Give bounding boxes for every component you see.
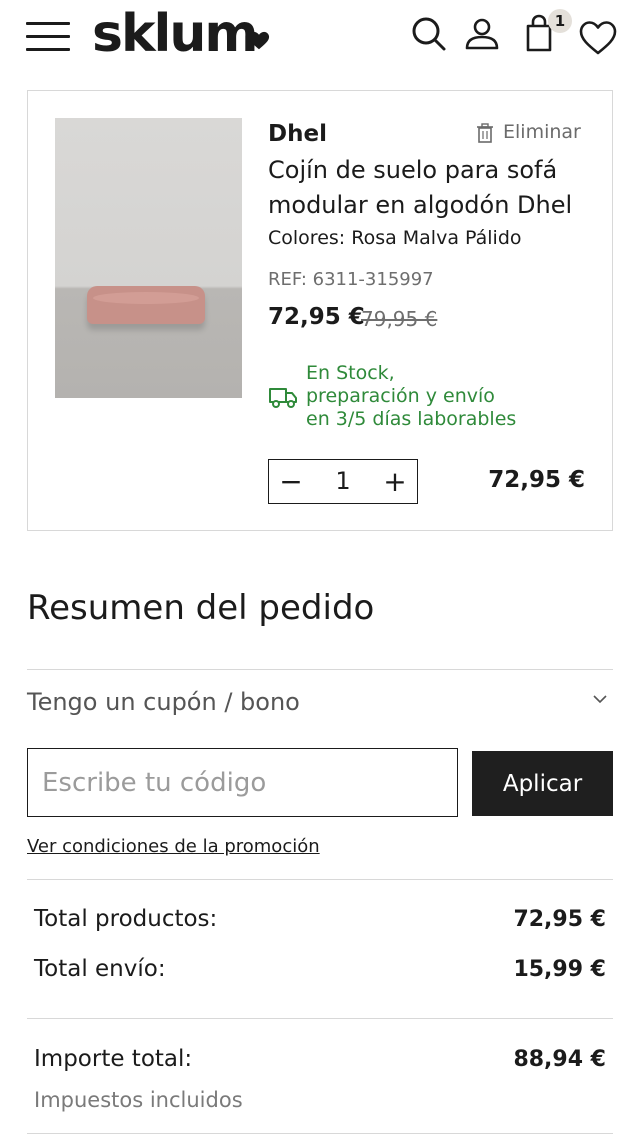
product-old-price: 79,95 € — [361, 307, 438, 331]
heart-icon[interactable] — [578, 18, 618, 58]
total-products-value: 72,95 € — [513, 907, 606, 932]
search-icon[interactable] — [408, 14, 448, 54]
logo[interactable]: sklum — [92, 2, 259, 66]
trash-icon — [477, 123, 493, 143]
logo-heart-icon — [248, 31, 270, 50]
quantity-value: 1 — [335, 467, 351, 495]
coupon-code-input[interactable] — [27, 748, 458, 817]
stock-line: en 3/5 días laborables — [306, 408, 517, 430]
product-colors: Colores: Rosa Malva Pálido — [268, 227, 522, 249]
quantity-stepper: − 1 + — [268, 459, 418, 504]
promo-conditions-link[interactable]: Ver condiciones de la promoción — [27, 836, 320, 857]
divider — [27, 879, 613, 880]
coupon-toggle-label: Tengo un cupón / bono — [27, 688, 300, 716]
cart-count-badge: 1 — [548, 9, 572, 33]
total-products-label: Total productos: — [34, 906, 218, 932]
product-image[interactable] — [55, 118, 242, 398]
user-icon[interactable] — [462, 14, 502, 54]
menu-icon[interactable] — [26, 22, 70, 52]
stock-line: En Stock, — [306, 362, 395, 384]
product-ref: REF: 6311-315997 — [268, 269, 434, 290]
divider — [27, 1133, 613, 1134]
delivery-truck-icon — [269, 388, 297, 408]
remove-label: Eliminar — [503, 121, 581, 143]
cart-item-card: Dhel Eliminar Cojín de suelo para sofá m… — [27, 90, 613, 531]
increase-quantity-button[interactable]: + — [373, 460, 417, 503]
product-price: 72,95 € — [268, 304, 365, 330]
stock-line: preparación y envío — [306, 385, 495, 407]
shipping-value: 15,99 € — [513, 957, 606, 982]
product-name[interactable]: Cojín de suelo para sofá modular en algo… — [268, 153, 598, 223]
coupon-toggle[interactable]: Tengo un cupón / bono — [27, 670, 613, 734]
line-total: 72,95 € — [488, 467, 585, 493]
taxes-note: Impuestos incluidos — [34, 1088, 243, 1112]
top-header: sklum 1 — [0, 0, 640, 70]
grand-total-value: 88,94 € — [513, 1047, 606, 1072]
stock-status: En Stock, preparación y envío en 3/5 día… — [306, 362, 516, 431]
chevron-down-icon — [593, 695, 607, 704]
shipping-label: Total envío: — [34, 956, 166, 982]
cushion-shape — [87, 286, 205, 324]
grand-total-label: Importe total: — [34, 1046, 193, 1072]
summary-title: Resumen del pedido — [27, 588, 375, 628]
divider — [27, 1018, 613, 1019]
decrease-quantity-button[interactable]: − — [269, 460, 313, 503]
apply-coupon-button[interactable]: Aplicar — [472, 751, 613, 816]
product-brand: Dhel — [268, 121, 327, 147]
